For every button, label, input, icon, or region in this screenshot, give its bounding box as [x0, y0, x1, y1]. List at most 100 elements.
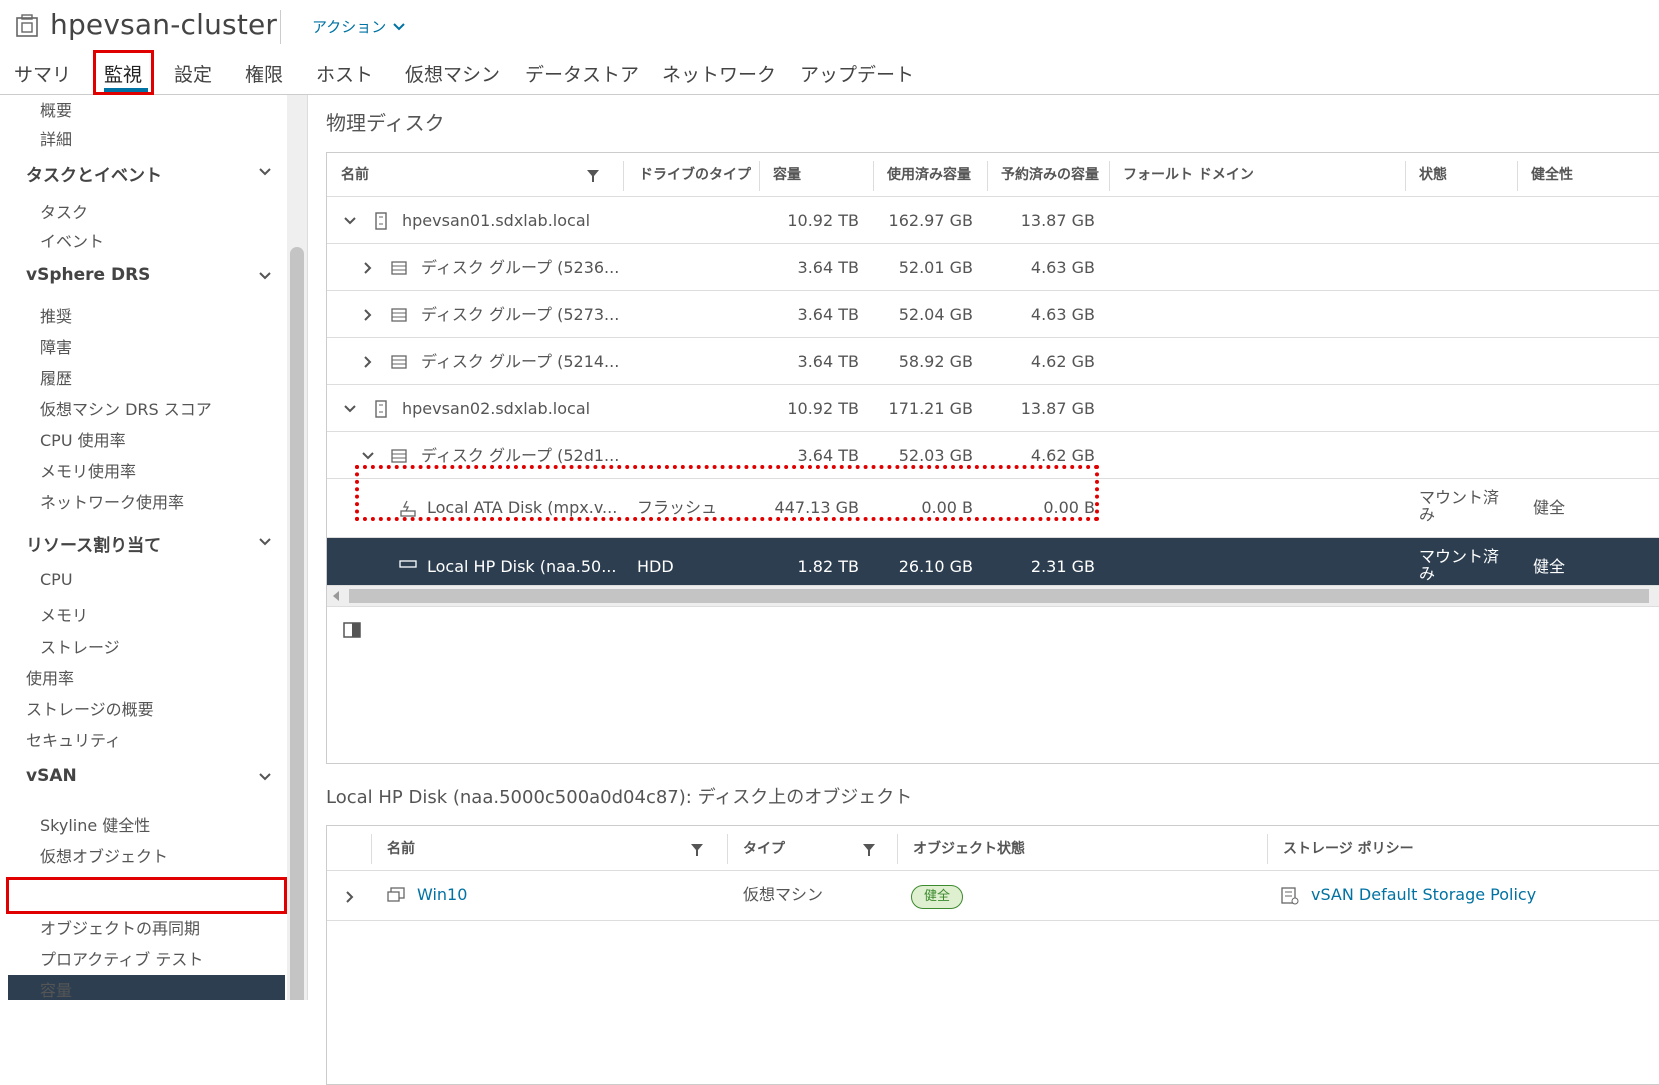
sidebar-item-skyline-health[interactable]: Skyline 健全性: [40, 812, 150, 836]
host-name[interactable]: hpevsan02.sdxlab.local: [402, 385, 590, 433]
health-value: 健全: [1533, 498, 1566, 517]
horizontal-scrollbar[interactable]: [327, 585, 1659, 606]
sidebar-item-storage[interactable]: ストレージ: [40, 634, 120, 658]
column-header-reserved[interactable]: 予約済みの容量: [1001, 153, 1099, 197]
sidebar-item-tasks[interactable]: タスク: [40, 199, 88, 223]
capacity-value: 3.64 TB: [797, 258, 859, 277]
chevron-down-icon[interactable]: [343, 404, 357, 414]
actions-menu[interactable]: アクション: [312, 16, 406, 37]
table-row-disk-group[interactable]: ディスク グループ (5214... 3.64 TB 58.92 GB 4.62…: [327, 337, 1659, 386]
table-row-host[interactable]: hpevsan01.sdxlab.local 10.92 TB 162.97 G…: [327, 196, 1659, 245]
column-header-state[interactable]: 状態: [1419, 153, 1447, 197]
column-header-object-state[interactable]: オブジェクト状態: [913, 827, 1025, 871]
table-row-host[interactable]: hpevsan02.sdxlab.local 10.92 TB 171.21 G…: [327, 384, 1659, 433]
disk-group-icon: [391, 449, 407, 463]
sidebar-section-tasks-events[interactable]: タスクとイベント: [26, 161, 162, 186]
filter-icon[interactable]: [691, 844, 703, 856]
column-header-drive-type[interactable]: ドライブのタイプ: [639, 153, 751, 197]
column-header-name[interactable]: 名前: [341, 153, 369, 197]
column-header-fault-domain[interactable]: フォールト ドメイン: [1123, 153, 1254, 197]
sidebar-item-memory[interactable]: メモリ: [40, 602, 88, 626]
sidebar-item-proactive-tests[interactable]: プロアクティブ テスト: [40, 946, 203, 970]
host-name[interactable]: hpevsan01.sdxlab.local: [402, 197, 590, 245]
column-divider: [759, 161, 760, 191]
tab-networks[interactable]: ネットワーク: [662, 60, 776, 87]
column-header-capacity[interactable]: 容量: [773, 153, 801, 197]
sidebar-item-network-usage[interactable]: ネットワーク使用率: [40, 489, 184, 513]
chevron-right-icon[interactable]: [363, 308, 373, 322]
column-toggle-icon[interactable]: [343, 622, 361, 638]
column-header-storage-policy[interactable]: ストレージ ポリシー: [1283, 827, 1414, 871]
chevron-right-icon[interactable]: [345, 890, 355, 904]
chevron-down-icon[interactable]: [343, 216, 357, 226]
header: hpevsan-cluster アクション: [0, 0, 1659, 52]
tab-updates[interactable]: アップデート: [800, 60, 914, 87]
sidebar: 概要 詳細 タスクとイベント タスク イベント vSphere DRS 推奨 障…: [0, 95, 308, 1000]
disk-group-name[interactable]: ディスク グループ (5273...: [421, 291, 619, 339]
sidebar-item-recommendations[interactable]: 推奨: [40, 303, 72, 327]
health-value: 健全: [1533, 557, 1566, 576]
tab-datastores[interactable]: データストア: [525, 60, 639, 87]
object-type-value: 仮想マシン: [743, 885, 824, 904]
table-row-object[interactable]: Win10 仮想マシン 健全 vSAN Default Storage Poli…: [327, 870, 1659, 921]
column-divider: [623, 161, 624, 191]
table-row-disk-group[interactable]: ディスク グループ (5273... 3.64 TB 52.04 GB 4.63…: [327, 290, 1659, 339]
sidebar-item-history[interactable]: 履歴: [40, 365, 72, 389]
sidebar-item-storage-overview[interactable]: ストレージの概要: [26, 696, 154, 720]
chevron-down-icon[interactable]: [258, 167, 272, 177]
sidebar-item-capacity[interactable]: 容量: [40, 977, 72, 1000]
sidebar-item-events[interactable]: イベント: [40, 228, 104, 252]
chevron-down-icon[interactable]: [258, 271, 272, 281]
disk-group-icon: [391, 308, 407, 322]
filter-icon[interactable]: [863, 844, 875, 856]
disk-group-name[interactable]: ディスク グループ (5236...: [421, 244, 619, 292]
host-icon: [375, 212, 387, 230]
sidebar-section-vsphere-drs[interactable]: vSphere DRS: [26, 265, 150, 285]
sidebar-item-details[interactable]: 詳細: [40, 126, 72, 150]
chevron-down-icon: [392, 22, 406, 32]
sidebar-item-vm-drs-score[interactable]: 仮想マシン DRS スコア: [40, 396, 212, 420]
disk-name[interactable]: Local HP Disk (naa.50...: [427, 543, 616, 591]
horizontal-scrollbar-thumb[interactable]: [349, 589, 1649, 603]
sidebar-item-security[interactable]: セキュリティ: [26, 727, 121, 751]
sidebar-item-faults[interactable]: 障害: [40, 334, 72, 358]
sidebar-section-resource-allocation[interactable]: リソース割り当て: [26, 531, 161, 556]
column-header-used[interactable]: 使用済み容量: [887, 153, 971, 197]
chevron-down-icon[interactable]: [361, 451, 375, 461]
filter-icon[interactable]: [587, 170, 599, 182]
sidebar-item-utilization[interactable]: 使用率: [26, 665, 74, 689]
object-name-link[interactable]: Win10: [417, 871, 467, 919]
tab-summary[interactable]: サマリ: [14, 60, 71, 87]
tab-vms[interactable]: 仮想マシン: [405, 60, 500, 87]
sidebar-item-overview[interactable]: 概要: [40, 97, 72, 121]
chevron-right-icon[interactable]: [363, 355, 373, 369]
sidebar-item-cpu[interactable]: CPU: [40, 570, 73, 589]
chevron-down-icon[interactable]: [258, 537, 272, 547]
sidebar-item-resync-objects[interactable]: オブジェクトの再同期: [40, 915, 200, 939]
used-value: 171.21 GB: [888, 399, 973, 418]
sidebar-section-vsan[interactable]: vSAN: [26, 766, 77, 786]
chevron-down-icon[interactable]: [258, 772, 272, 782]
scroll-left-icon[interactable]: [333, 591, 339, 601]
storage-policy-link[interactable]: vSAN Default Storage Policy: [1311, 871, 1536, 919]
sidebar-item-virtual-objects[interactable]: 仮想オブジェクト: [40, 843, 168, 867]
used-value: 162.97 GB: [888, 211, 973, 230]
sidebar-scrollbar-thumb[interactable]: [290, 247, 304, 1000]
chevron-right-icon[interactable]: [363, 261, 373, 275]
column-header-object-name[interactable]: 名前: [387, 827, 415, 871]
column-header-health[interactable]: 健全性: [1531, 153, 1573, 197]
column-divider: [873, 161, 874, 191]
sidebar-item-memory-usage[interactable]: メモリ使用率: [40, 458, 136, 482]
tab-bar: サマリ 監視 設定 権限 ホスト 仮想マシン データストア ネットワーク アップ…: [0, 52, 1659, 95]
sidebar-item-cpu-usage[interactable]: CPU 使用率: [40, 427, 126, 451]
reserved-value: 2.31 GB: [1030, 557, 1095, 576]
disk-group-name[interactable]: ディスク グループ (5214...: [421, 338, 619, 386]
sidebar-item-physical-disks[interactable]: 物理ディスク: [40, 879, 135, 903]
table-row-disk-selected[interactable]: Local HP Disk (naa.50... HDD 1.82 TB 26.…: [327, 537, 1659, 585]
tab-permissions[interactable]: 権限: [245, 60, 283, 87]
tab-hosts[interactable]: ホスト: [316, 60, 373, 87]
table-row-disk-group[interactable]: ディスク グループ (5236... 3.64 TB 52.01 GB 4.63…: [327, 243, 1659, 292]
used-value: 52.01 GB: [898, 258, 973, 277]
tab-configure[interactable]: 設定: [174, 60, 212, 87]
column-header-object-type[interactable]: タイプ: [743, 827, 785, 871]
